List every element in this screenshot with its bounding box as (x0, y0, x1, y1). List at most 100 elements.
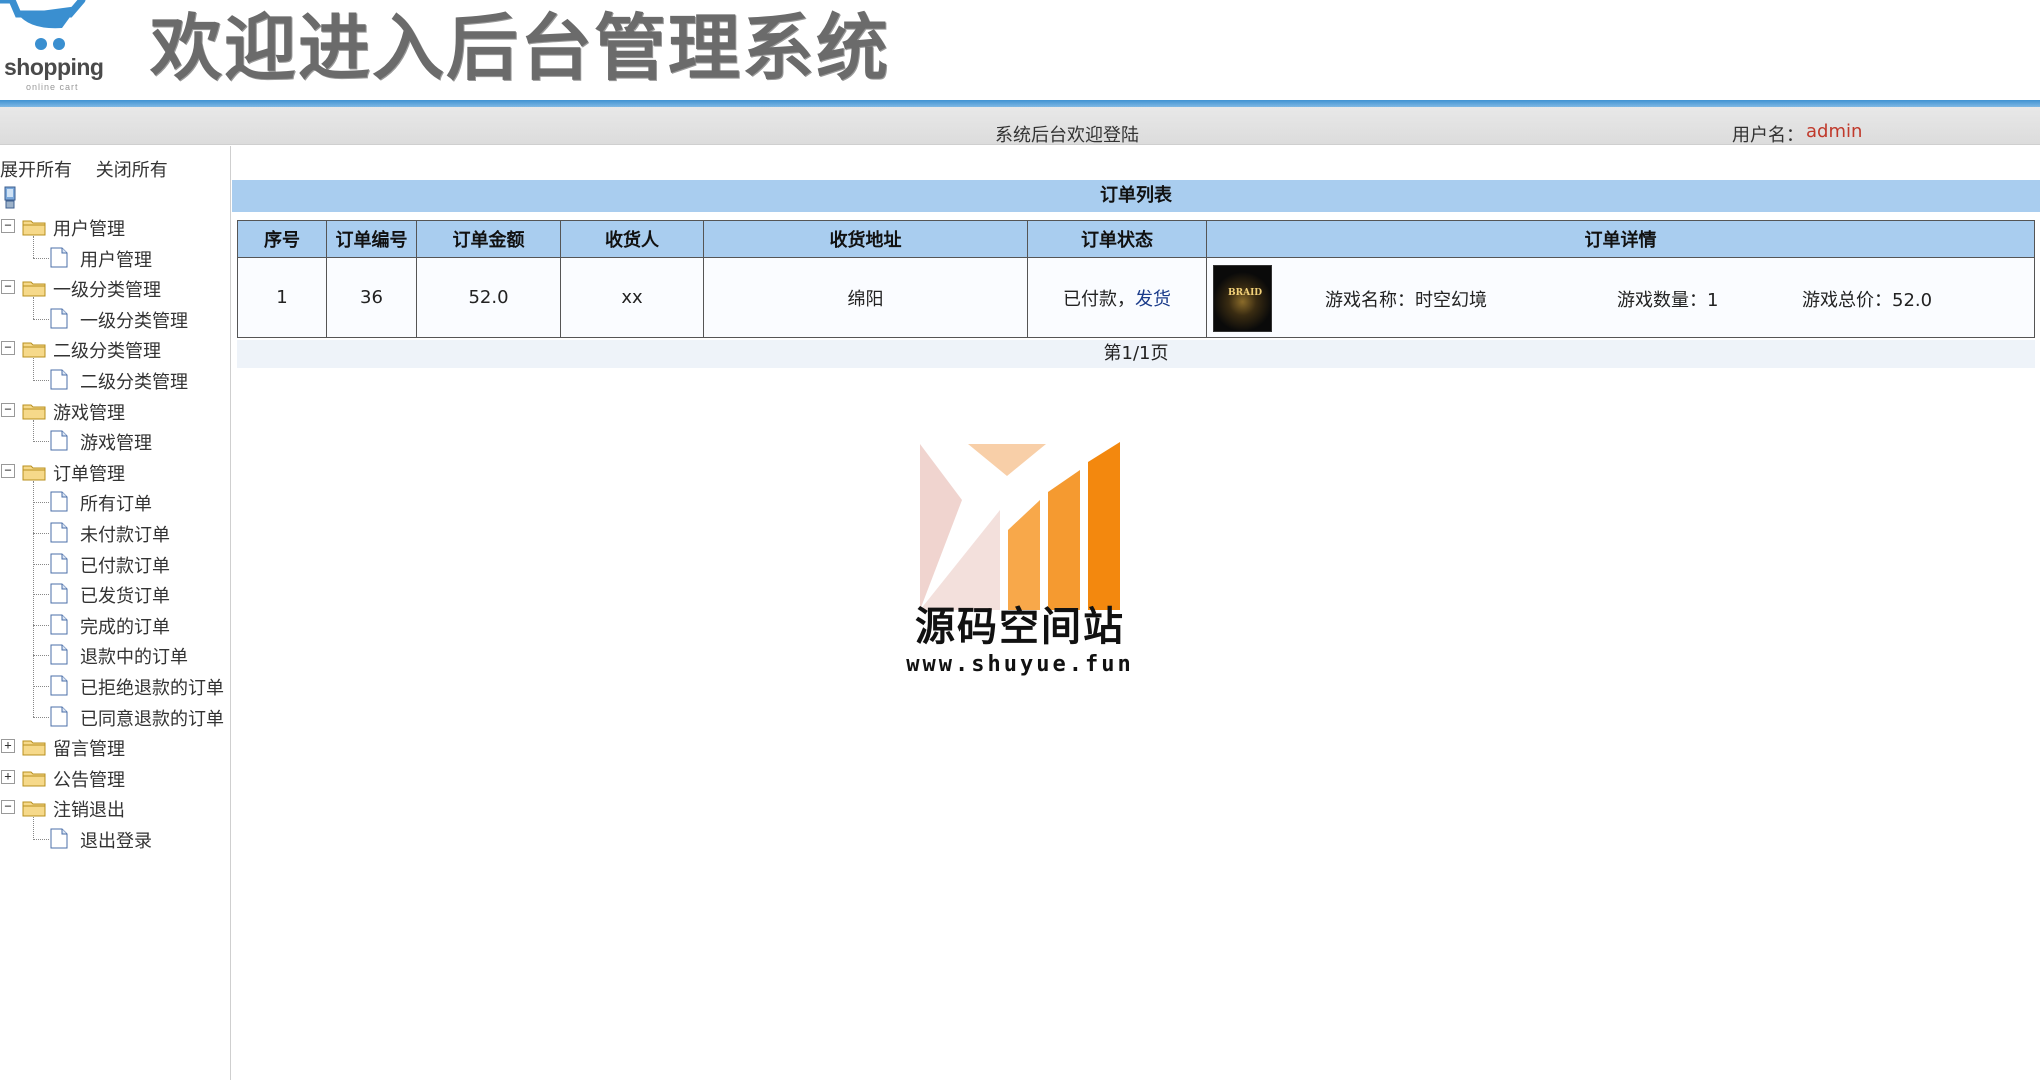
sidebar-item-label[interactable]: 二级分类管理 (80, 368, 188, 394)
sidebar-item-label[interactable]: 所有订单 (80, 490, 152, 516)
expand-toggle-icon[interactable]: + (1, 739, 15, 754)
panel-title: 订单列表 (232, 180, 2040, 212)
tree-connector (33, 419, 34, 442)
tree-connector (33, 318, 49, 320)
folder-icon (22, 404, 46, 420)
collapse-toggle-icon[interactable]: − (1, 341, 15, 356)
sidebar-group-2[interactable]: − 二级分类管理 (0, 334, 230, 364)
sidebar-item-label[interactable]: 一级分类管理 (80, 307, 188, 333)
col-index: 序号 (237, 220, 327, 258)
sidebar-group-label[interactable]: 留言管理 (53, 735, 125, 761)
document-icon (50, 247, 68, 268)
ship-link[interactable]: 发货 (1135, 289, 1171, 310)
sidebar-item[interactable]: 未付款订单 (0, 518, 230, 548)
sidebar-group-4[interactable]: − 订单管理 (0, 457, 230, 487)
sidebar-tree: 展开所有 关闭所有 − 用户管理 用户管理 − 一级分类管理 一级分类管理 − 二级分类管理二… (0, 146, 231, 1080)
sidebar-item-label[interactable]: 已发货订单 (80, 582, 170, 608)
sidebar-group-7[interactable]: − 注销退出 (0, 793, 230, 823)
order-table: 序号 订单编号 订单金额 收货人 收货地址 订单状态 订单详情 1 36 52.… (237, 220, 2035, 338)
sidebar-item[interactable]: 已同意退款的订单 (0, 702, 230, 732)
document-icon (50, 491, 68, 512)
welcome-bar: 系统后台欢迎登陆 用户名： admin (0, 107, 2040, 146)
sidebar-item[interactable]: 退出登录 (0, 824, 230, 854)
game-count: 游戏数量：1 (1617, 290, 1719, 311)
sidebar-group-0[interactable]: − 用户管理 (0, 212, 230, 242)
col-detail: 订单详情 (1206, 220, 2035, 258)
sidebar-item[interactable]: 所有订单 (0, 487, 230, 517)
tree-controls: 展开所有 关闭所有 (0, 156, 186, 182)
computer-root-icon (4, 186, 16, 209)
col-address: 收货地址 (703, 220, 1028, 258)
sidebar-group-3[interactable]: − 游戏管理 (0, 396, 230, 426)
document-icon (50, 308, 68, 329)
sidebar-group-label[interactable]: 订单管理 (53, 460, 125, 486)
sidebar-group-label[interactable]: 二级分类管理 (53, 337, 161, 363)
cell-index: 1 (237, 257, 327, 338)
tree-connector (33, 624, 49, 626)
tree-connector (33, 380, 49, 381)
collapse-toggle-icon[interactable]: − (1, 800, 15, 815)
document-icon (50, 522, 68, 543)
sidebar-item-label[interactable]: 未付款订单 (80, 521, 170, 547)
tree-connector (33, 839, 49, 840)
sidebar-item[interactable]: 完成的订单 (0, 610, 230, 640)
collapse-toggle-icon[interactable]: − (1, 219, 15, 233)
watermark-text: 源码空间站 (915, 604, 1125, 650)
sidebar-item[interactable]: 游戏管理 (0, 426, 230, 456)
sidebar-item[interactable]: 退款中的订单 (0, 640, 230, 670)
header: shopping online cart 欢迎进入后台管理系统 (0, 0, 2040, 100)
site-title: 欢迎进入后台管理系统 (150, 6, 891, 90)
username-value: admin (1806, 121, 1863, 142)
cell-status: 已付款，发货 (1027, 257, 1207, 338)
folder-icon (22, 771, 46, 787)
sidebar-group-label[interactable]: 游戏管理 (53, 399, 125, 425)
folder-icon (22, 220, 46, 236)
sidebar-group-label[interactable]: 一级分类管理 (53, 276, 161, 302)
expand-toggle-icon[interactable]: + (1, 769, 15, 784)
sidebar-item[interactable]: 用户管理 (0, 243, 230, 273)
sidebar-item-label[interactable]: 退出登录 (80, 827, 152, 853)
sidebar-item[interactable]: 已付款订单 (0, 549, 230, 579)
sidebar-group-6[interactable]: + 公告管理 (0, 763, 230, 793)
tree-connector (33, 236, 34, 259)
sidebar-group-1[interactable]: − 一级分类管理 (0, 273, 230, 303)
collapse-toggle-icon[interactable]: − (1, 463, 15, 478)
sidebar-item-label[interactable]: 已同意退款的订单 (80, 705, 224, 731)
document-icon (50, 553, 68, 574)
sidebar-item[interactable]: 一级分类管理 (0, 304, 230, 334)
collapse-toggle-icon[interactable]: − (1, 402, 15, 417)
tree-connector (33, 817, 34, 840)
sidebar-item[interactable]: 二级分类管理 (0, 365, 230, 395)
tree-connector (33, 533, 49, 534)
sidebar-group-label[interactable]: 用户管理 (53, 215, 125, 241)
sidebar-item-label[interactable]: 已付款订单 (80, 552, 170, 578)
sidebar-item[interactable]: 已发货订单 (0, 579, 230, 609)
folder-icon (22, 281, 46, 297)
tree-connector (33, 686, 49, 687)
sidebar-group-label[interactable]: 注销退出 (53, 796, 125, 822)
sidebar-item[interactable]: 已拒绝退款的订单 (0, 671, 230, 701)
col-status: 订单状态 (1027, 220, 1207, 258)
sidebar-item-label[interactable]: 完成的订单 (80, 613, 170, 639)
sidebar-group-5[interactable]: + 留言管理 (0, 732, 230, 762)
game-thumbnail[interactable]: BRAID (1213, 265, 1272, 332)
username-label: 用户名： (1732, 125, 1804, 146)
collapse-toggle-icon[interactable]: − (1, 280, 15, 295)
tree-connector (33, 502, 49, 504)
expand-all-link[interactable]: 展开所有 (0, 160, 72, 181)
tree-connector (33, 358, 34, 381)
sidebar-item-label[interactable]: 游戏管理 (80, 429, 152, 455)
tree-connector (33, 563, 49, 565)
folder-icon (22, 465, 46, 481)
sidebar-item-label[interactable]: 用户管理 (80, 246, 152, 272)
document-icon (50, 583, 68, 604)
sidebar-item-label[interactable]: 已拒绝退款的订单 (80, 674, 224, 700)
collapse-all-link[interactable]: 关闭所有 (96, 160, 168, 181)
sidebar-item-label[interactable]: 退款中的订单 (80, 643, 188, 669)
logo-text: shopping (4, 54, 104, 80)
sidebar-group-label[interactable]: 公告管理 (53, 766, 125, 792)
status-text: 已付款， (1063, 288, 1135, 310)
document-icon (50, 675, 68, 696)
col-amount: 订单金额 (416, 220, 561, 258)
document-icon (50, 614, 68, 635)
